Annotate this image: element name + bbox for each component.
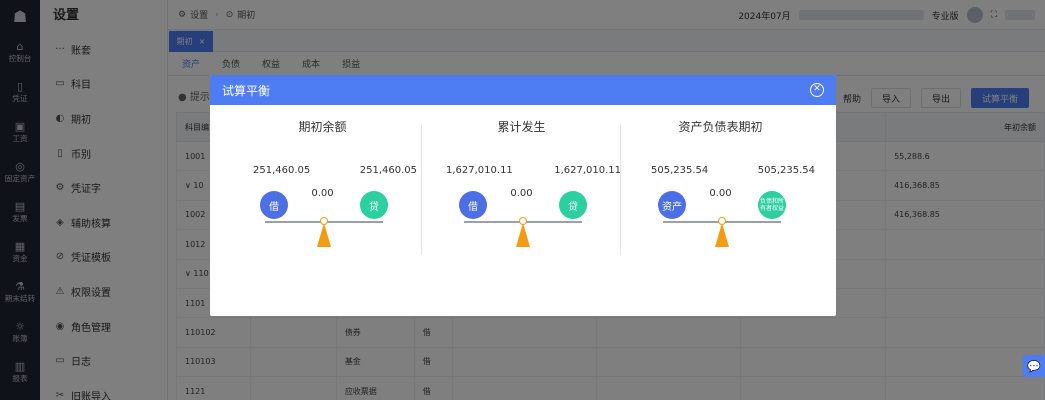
difference-value: 0.00: [709, 188, 732, 199]
balance-section: 资产负债表期初 505,235.54 505,235.54 0.00 资产 负债和所有者权…: [621, 105, 820, 275]
right-total: 1,627,010.11: [554, 165, 621, 176]
right-total: 505,235.54: [757, 165, 815, 176]
difference-value: 0.00: [311, 188, 334, 199]
left-total: 1,627,010.11: [446, 165, 513, 176]
debit-badge: 资产: [658, 191, 686, 219]
credit-badge: 负债和所有者权益: [758, 191, 786, 219]
balance-section: 累计发生 1,627,010.11 1,627,010.11 0.00 借 贷: [422, 105, 621, 275]
credit-badge: 贷: [559, 191, 587, 219]
section-title: 期初余额: [298, 120, 347, 134]
fulcrum-icon: [516, 223, 530, 247]
debit-badge: 借: [260, 191, 288, 219]
left-total: 251,460.05: [253, 165, 311, 176]
left-total: 505,235.54: [651, 165, 709, 176]
debit-badge: 借: [459, 191, 487, 219]
section-title: 资产负债表期初: [678, 120, 763, 134]
dialog-header: 试算平衡 ✕: [210, 75, 836, 105]
balance-section: 期初余额 251,460.05 251,460.05 0.00 借 贷: [223, 105, 422, 275]
balance-sections: 期初余额 251,460.05 251,460.05 0.00 借 贷 累计发生 1,627,…: [210, 105, 836, 316]
credit-badge: 贷: [360, 191, 388, 219]
fulcrum-icon: [715, 223, 729, 247]
section-title: 累计发生: [497, 120, 546, 134]
dialog-title: 试算平衡: [222, 83, 271, 98]
difference-value: 0.00: [510, 188, 533, 199]
trial-balance-dialog: 试算平衡 ✕ 期初余额 251,460.05 251,460.05 0.00 借贷累计发…: [210, 75, 836, 316]
close-icon[interactable]: ✕: [810, 83, 824, 97]
right-total: 251,460.05: [359, 165, 417, 176]
chat-icon[interactable]: 💬: [1023, 355, 1045, 377]
fulcrum-icon: [317, 223, 331, 247]
